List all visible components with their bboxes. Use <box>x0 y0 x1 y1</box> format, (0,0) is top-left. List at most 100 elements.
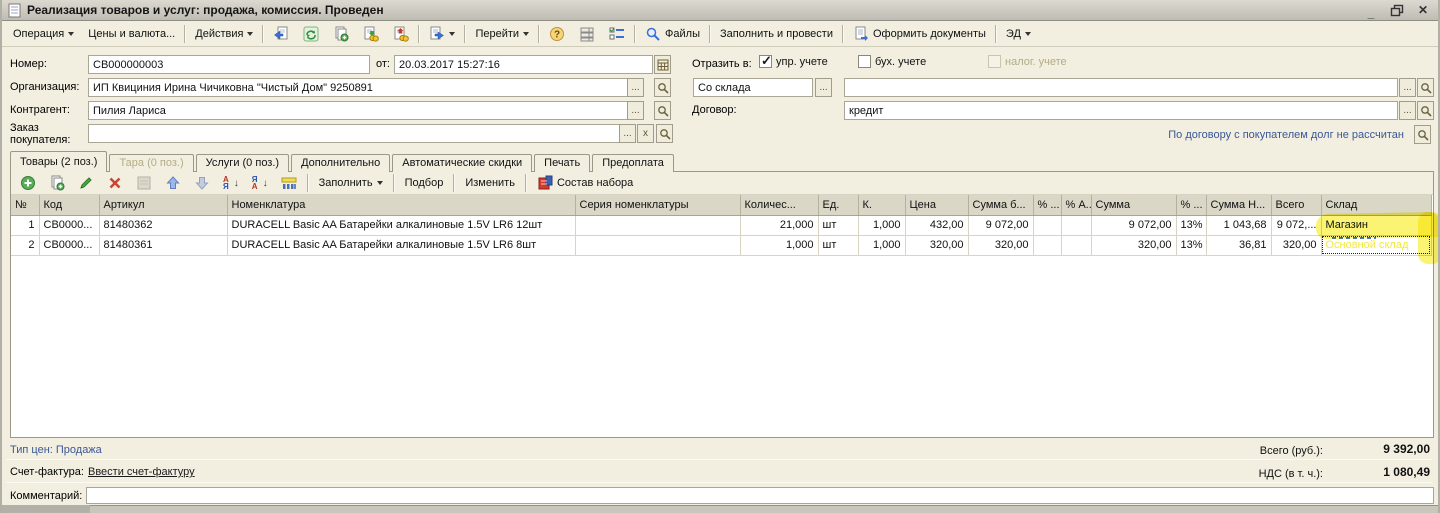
pick-button[interactable]: Подбор <box>400 176 449 190</box>
restore-icon[interactable] <box>1388 3 1406 18</box>
check-prices-button[interactable] <box>276 174 302 192</box>
cell-code[interactable]: СВ0000... <box>39 215 99 235</box>
add-row-button[interactable] <box>15 174 41 192</box>
book-accounting-checkbox[interactable]: бух. учете <box>858 55 926 68</box>
cell-coefficient[interactable]: 1,000 <box>858 235 905 255</box>
cell-sum-before[interactable]: 9 072,00 <box>968 215 1033 235</box>
warehouse-mode-field[interactable]: Со склада <box>693 78 813 97</box>
cell-total[interactable]: 9 072,... <box>1271 215 1321 235</box>
cell-sum[interactable]: 320,00 <box>1091 235 1176 255</box>
counterparty-select-button[interactable]: ... <box>627 101 644 120</box>
organization-open-button[interactable] <box>654 78 671 97</box>
fill-and-post-button[interactable]: Заполнить и провести <box>713 24 840 44</box>
column-settings-button[interactable] <box>602 22 632 46</box>
cell-nomenclature[interactable]: DURACELL Basic AA Батарейки алкалиновые … <box>227 215 575 235</box>
sort-asc-button[interactable]: АЯ↓ <box>218 175 244 191</box>
ed-menu-button[interactable]: ЭД <box>999 24 1038 44</box>
counterparty-open-button[interactable] <box>654 101 671 120</box>
change-button[interactable]: Изменить <box>460 176 520 190</box>
cell-article[interactable]: 81480362 <box>99 215 227 235</box>
cell-warehouse-highlighted[interactable]: Магазин <box>1321 215 1431 235</box>
debt-open-button[interactable] <box>1414 125 1431 144</box>
actions-menu-button[interactable]: Действия <box>188 24 260 44</box>
customer-order-field[interactable] <box>88 124 620 143</box>
cell-price[interactable]: 320,00 <box>905 235 968 255</box>
sort-desc-button[interactable]: ЯА↓ <box>247 175 273 191</box>
copy-row-button[interactable] <box>44 174 70 192</box>
list-settings-button[interactable] <box>572 22 602 46</box>
cell-warehouse-selected[interactable]: Основной склад <box>1321 235 1431 255</box>
contract-open-button[interactable] <box>1417 101 1434 120</box>
cell-percent-auto[interactable] <box>1061 235 1091 255</box>
organization-field[interactable]: ИП Квициния Ирина Чичиковна "Чистый Дом"… <box>88 78 628 97</box>
warehouse-field[interactable] <box>844 78 1398 97</box>
move-down-button[interactable] <box>189 174 215 192</box>
save-post-button[interactable] <box>266 22 296 46</box>
unpost-button[interactable] <box>386 22 416 46</box>
counterparty-field[interactable]: Пилия Лариса <box>88 101 628 120</box>
fill-menu-button[interactable]: Заполнить <box>314 176 388 190</box>
cell-code[interactable]: СВ0000... <box>39 235 99 255</box>
price-type-link[interactable]: Тип цен: Продажа <box>10 444 102 456</box>
warehouse-select-button[interactable]: ... <box>1399 78 1416 97</box>
cell-unit[interactable]: шт <box>818 235 858 255</box>
cell-quantity[interactable]: 21,000 <box>740 215 818 235</box>
files-button[interactable]: Файлы <box>638 22 707 46</box>
cell-percent-1[interactable] <box>1033 215 1061 235</box>
warehouse-open-button[interactable] <box>1417 78 1434 97</box>
cell-number[interactable]: 1 <box>11 215 39 235</box>
cell-series[interactable] <box>575 235 740 255</box>
number-field[interactable]: СВ000000003 <box>88 55 370 74</box>
cell-percent-auto[interactable] <box>1061 215 1091 235</box>
order-clear-button[interactable]: x <box>637 124 654 143</box>
cell-price[interactable]: 432,00 <box>905 215 968 235</box>
minimize-button[interactable]: _ <box>1362 3 1380 18</box>
tab-services[interactable]: Услуги (0 поз.) <box>196 154 289 172</box>
move-up-button[interactable] <box>160 174 186 192</box>
cell-sum-vat[interactable]: 36,81 <box>1206 235 1271 255</box>
cell-coefficient[interactable]: 1,000 <box>858 215 905 235</box>
prices-currency-button[interactable]: Цены и валюта... <box>81 24 182 44</box>
enter-invoice-link[interactable]: Ввести счет-фактуру <box>88 466 195 478</box>
cell-article[interactable]: 81480361 <box>99 235 227 255</box>
tab-prepayment[interactable]: Предоплата <box>592 154 674 172</box>
tab-print[interactable]: Печать <box>534 154 590 172</box>
goto-menu-button[interactable]: Перейти <box>468 24 536 44</box>
organization-select-button[interactable]: ... <box>627 78 644 97</box>
cell-sum[interactable]: 9 072,00 <box>1091 215 1176 235</box>
cell-number[interactable]: 2 <box>11 235 39 255</box>
operation-menu-button[interactable]: Операция <box>6 24 81 44</box>
edit-row-button[interactable] <box>73 174 99 192</box>
cell-total[interactable]: 320,00 <box>1271 235 1321 255</box>
warehouse-mode-select-button[interactable]: ... <box>815 78 832 97</box>
debt-notice-link[interactable]: По договору с покупателем долг не рассчи… <box>1168 129 1404 141</box>
close-button[interactable]: ✕ <box>1414 3 1432 18</box>
management-accounting-checkbox[interactable]: упр. учете <box>759 55 828 68</box>
cell-sum-vat[interactable]: 1 043,68 <box>1206 215 1271 235</box>
contract-select-button[interactable]: ... <box>1399 101 1416 120</box>
cell-quantity[interactable]: 1,000 <box>740 235 818 255</box>
cell-series[interactable] <box>575 215 740 235</box>
cell-percent-1[interactable] <box>1033 235 1061 255</box>
tab-additional[interactable]: Дополнительно <box>291 154 390 172</box>
help-button[interactable]: ? <box>542 22 572 46</box>
comment-field[interactable] <box>86 487 1434 504</box>
order-open-button[interactable] <box>656 124 673 143</box>
cell-sum-before[interactable]: 320,00 <box>968 235 1033 255</box>
cell-unit[interactable]: шт <box>818 215 858 235</box>
set-contents-button[interactable]: Состав набора <box>532 174 638 192</box>
cell-nomenclature[interactable]: DURACELL Basic AA Батарейки алкалиновые … <box>227 235 575 255</box>
tab-tare[interactable]: Тара (0 поз.) <box>109 154 193 172</box>
contract-field[interactable]: кредит <box>844 101 1398 120</box>
order-select-button[interactable]: ... <box>619 124 636 143</box>
cell-percent-vat[interactable]: 13% <box>1176 235 1206 255</box>
tab-auto-discounts[interactable]: Автоматические скидки <box>392 154 532 172</box>
copy-button[interactable] <box>326 22 356 46</box>
issue-documents-button[interactable]: Оформить документы <box>846 22 993 46</box>
post-button[interactable] <box>356 22 386 46</box>
calendar-button[interactable] <box>654 55 671 74</box>
tab-goods[interactable]: Товары (2 поз.) <box>10 151 107 172</box>
refresh-button[interactable] <box>296 22 326 46</box>
output-button[interactable] <box>422 22 462 46</box>
date-field[interactable]: 20.03.2017 15:27:16 <box>394 55 653 74</box>
